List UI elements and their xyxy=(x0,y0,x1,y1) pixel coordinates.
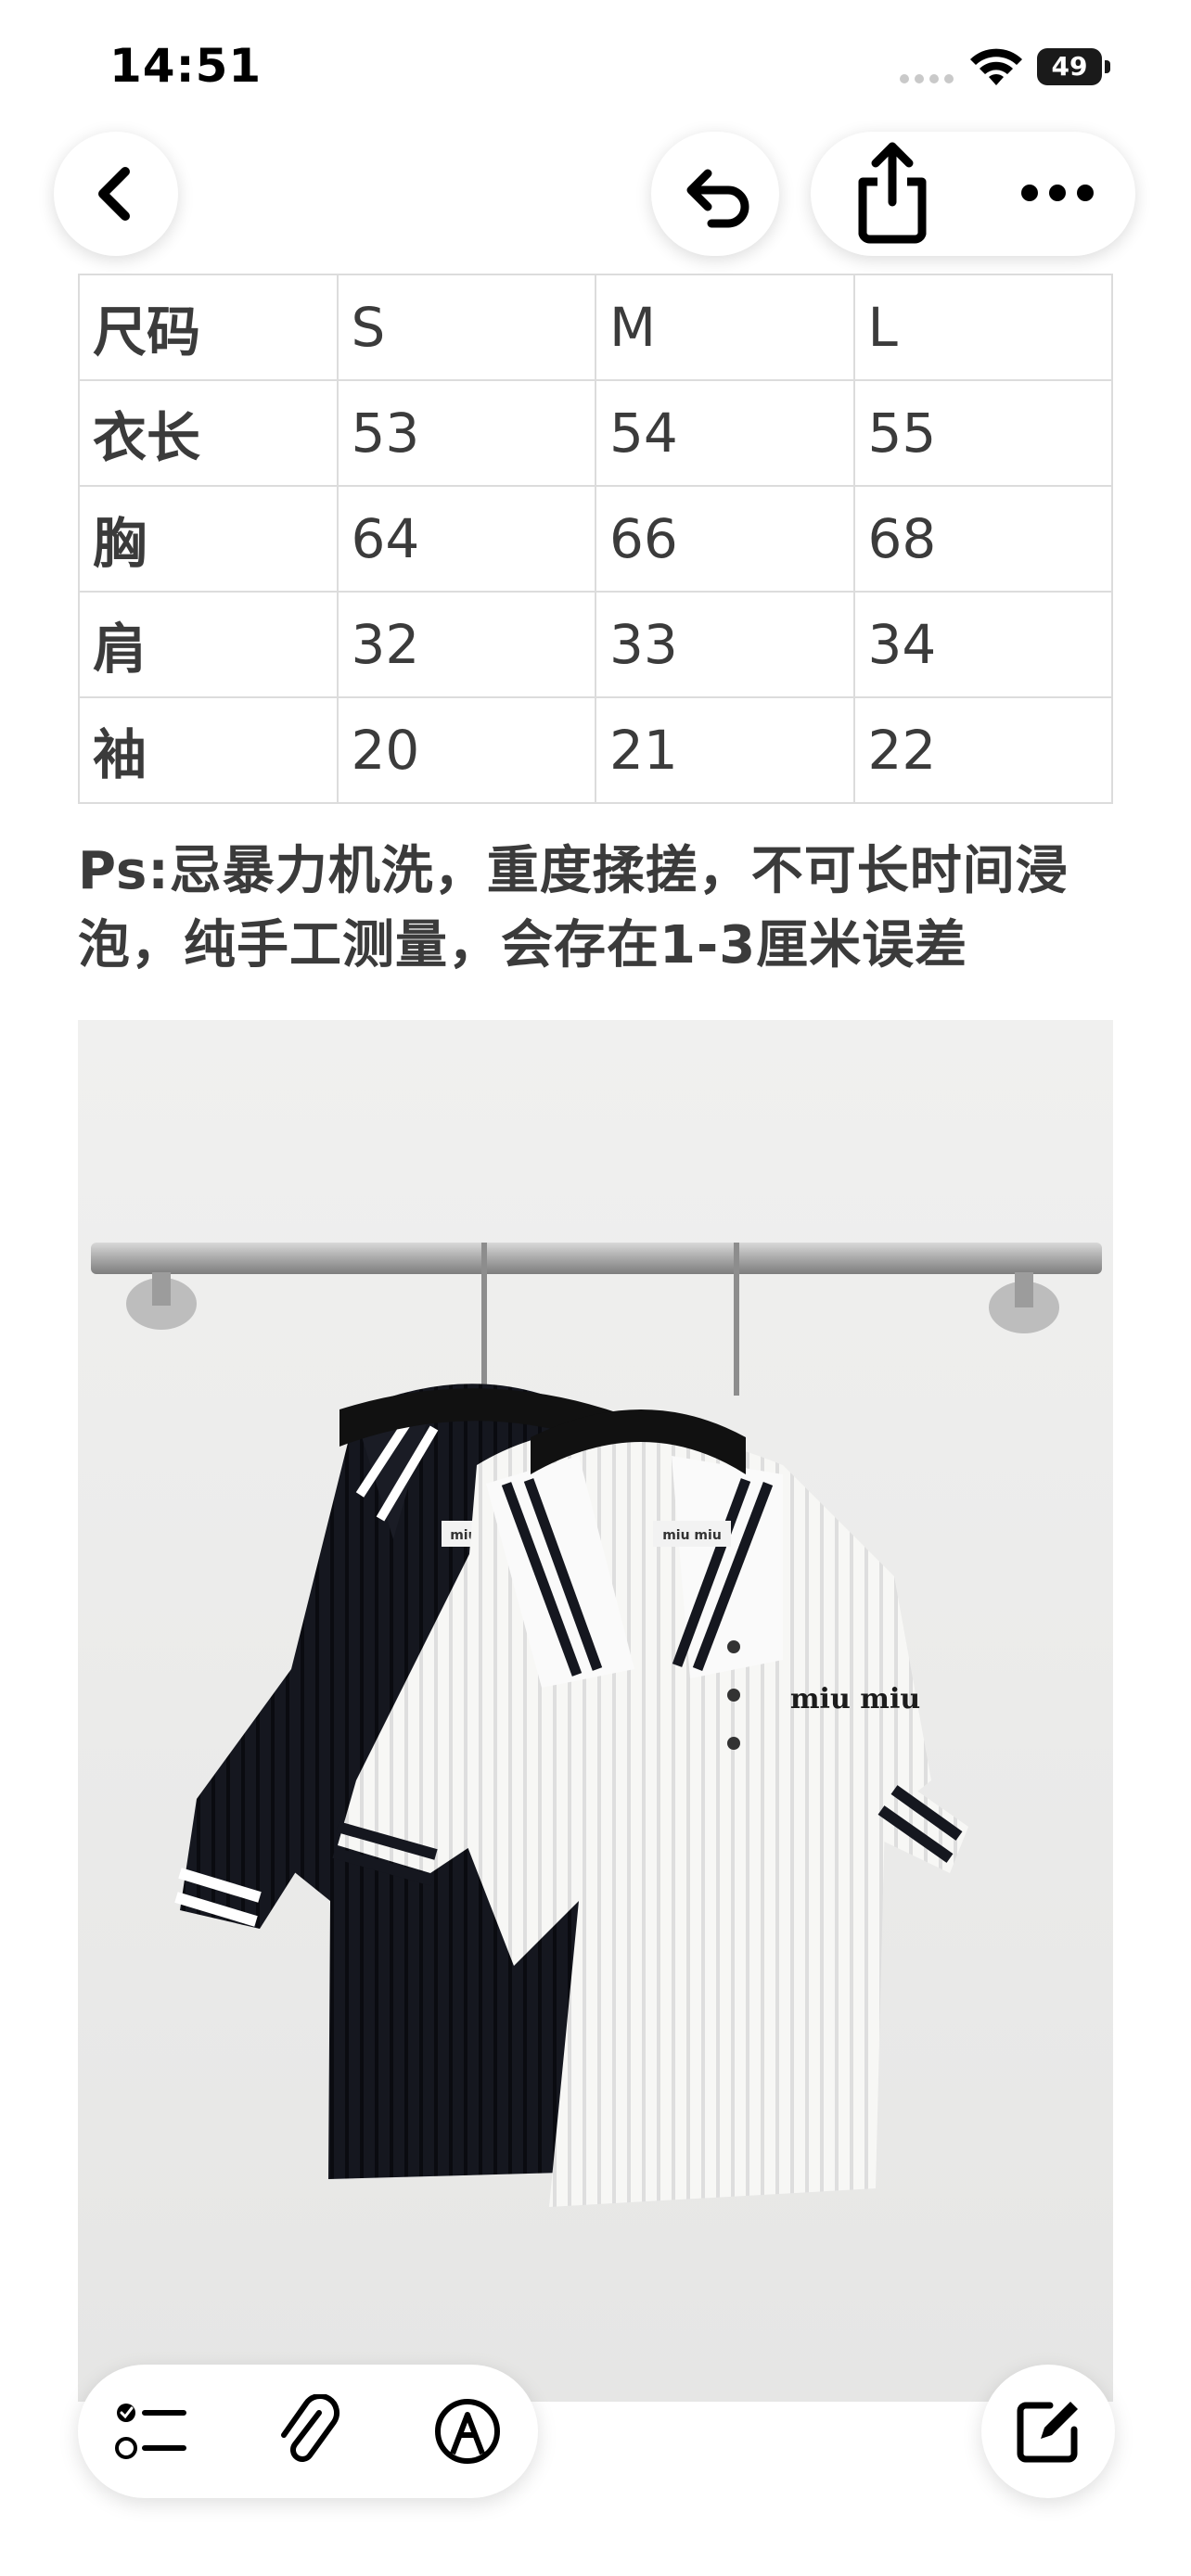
table-cell: 袖 xyxy=(78,696,339,804)
wifi-icon xyxy=(970,48,1022,85)
table-cell: 尺码 xyxy=(78,274,339,381)
care-note-line: 泡，纯手工测量，会存在1-3厘米误差 xyxy=(78,915,968,976)
chevron-left-icon xyxy=(98,167,130,221)
table-cell: 55 xyxy=(852,379,1113,487)
status-time: 14:51 xyxy=(109,39,263,93)
product-photo-illustration: miu miu miu miu miu miu xyxy=(78,1020,1113,2402)
undo-icon xyxy=(686,169,749,228)
table-row: 衣长 53 54 55 xyxy=(78,379,1113,487)
table-cell: 肩 xyxy=(78,591,339,698)
cellular-signal-icon xyxy=(900,74,955,83)
table-cell: M xyxy=(595,274,855,381)
table-cell: 33 xyxy=(595,591,855,698)
table-cell: 衣长 xyxy=(78,379,339,487)
table-cell: L xyxy=(852,274,1113,381)
ellipsis-icon[interactable] xyxy=(1018,182,1096,204)
status-bar: 14:51 49 xyxy=(0,0,1191,130)
table-cell: 21 xyxy=(595,696,855,804)
white-shirt-label: miu miu xyxy=(662,1528,722,1543)
table-row: 袖 20 21 22 xyxy=(78,696,1113,804)
markup-pen-icon[interactable] xyxy=(432,2396,503,2467)
table-cell: 胸 xyxy=(78,485,339,593)
table-cell: 22 xyxy=(852,696,1113,804)
size-table: 尺码 S M L 衣长 53 54 55 胸 64 66 68 肩 32 33 … xyxy=(78,274,1113,804)
table-cell: 68 xyxy=(852,485,1113,593)
bottom-toolbar xyxy=(78,2365,538,2498)
product-photo: miu miu miu miu miu miu xyxy=(78,1020,1113,2402)
table-cell: 54 xyxy=(595,379,855,487)
table-cell: 53 xyxy=(336,379,596,487)
care-note-line: Ps:忌暴力机洗，重度揉搓，不可长时间浸 xyxy=(78,841,1069,901)
table-row: 胸 64 66 68 xyxy=(78,485,1113,593)
table-cell: 66 xyxy=(595,485,855,593)
care-note: Ps:忌暴力机洗，重度揉搓，不可长时间浸 泡，纯手工测量，会存在1-3厘米误差 xyxy=(78,835,1135,983)
table-cell: S xyxy=(336,274,596,381)
table-cell: 20 xyxy=(336,696,596,804)
compose-icon xyxy=(1017,2402,1078,2463)
table-cell: 64 xyxy=(336,485,596,593)
compose-button[interactable] xyxy=(981,2365,1115,2498)
table-cell: 32 xyxy=(336,591,596,698)
share-icon[interactable] xyxy=(850,141,935,245)
checklist-icon[interactable] xyxy=(113,2400,187,2463)
paperclip-icon[interactable] xyxy=(276,2394,343,2468)
shirt-logo: miu miu xyxy=(790,1683,920,1715)
table-row: 肩 32 33 34 xyxy=(78,591,1113,698)
battery-icon: 49 xyxy=(1037,48,1110,85)
battery-level: 49 xyxy=(1051,51,1088,82)
back-button[interactable] xyxy=(54,132,178,256)
undo-button[interactable] xyxy=(651,132,779,256)
hanging-rail xyxy=(91,1243,1102,1274)
table-cell: 34 xyxy=(852,591,1113,698)
table-header-row: 尺码 S M L xyxy=(78,274,1113,381)
actions-pill xyxy=(811,132,1135,256)
